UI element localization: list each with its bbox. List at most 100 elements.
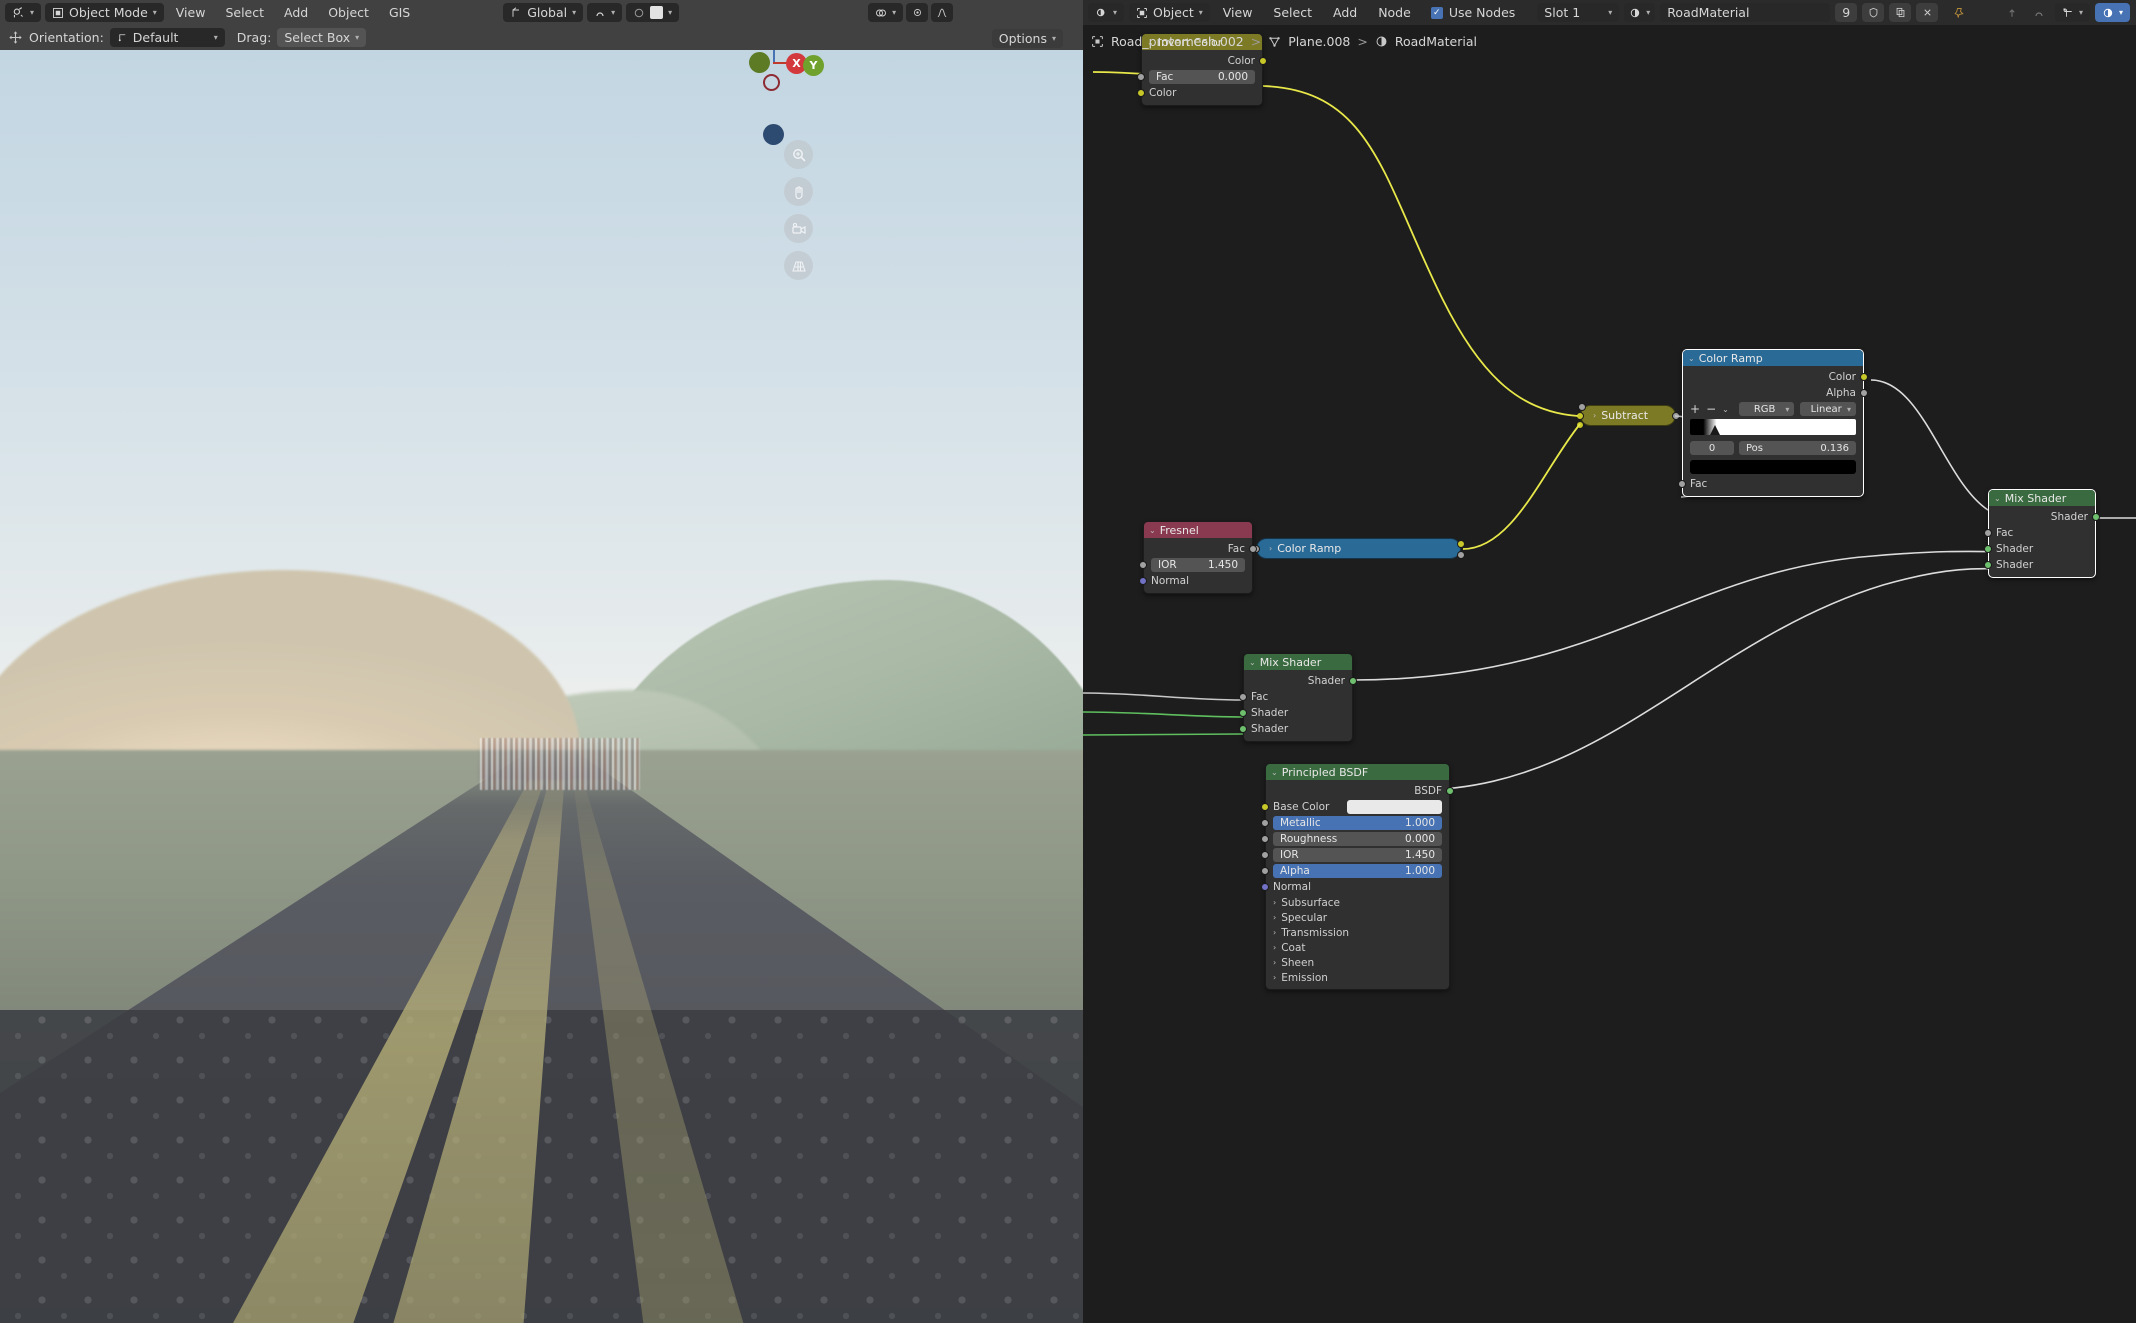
- node-header-principled-bsdf[interactable]: ⌄ Principled BSDF: [1266, 764, 1449, 780]
- socket-bsdf-out[interactable]: [1446, 787, 1454, 795]
- field-fac[interactable]: Fac 0.000: [1149, 70, 1255, 84]
- interpolation-dropdown[interactable]: Linear ▾: [1800, 402, 1857, 416]
- ramp-color-swatch[interactable]: [1690, 460, 1856, 474]
- use-nodes-checkbox[interactable]: ✓ Use Nodes: [1424, 3, 1522, 22]
- node-header-mix-shader-right[interactable]: ⌄ Mix Shader: [1989, 490, 2095, 506]
- collapse-chevron-icon[interactable]: ⌄: [1271, 768, 1278, 777]
- panel-transmission[interactable]: › Transmission: [1266, 925, 1449, 940]
- node-mix-shader-mid[interactable]: ⌄ Mix Shader Shader Fac Shader Shader: [1239, 653, 1357, 742]
- expand-chevron-icon[interactable]: ›: [1269, 544, 1272, 553]
- gizmo-ball-neg-y[interactable]: [749, 52, 770, 73]
- socket-subtract-in-1[interactable]: [1576, 412, 1584, 420]
- toggle-ortho-icon[interactable]: [784, 251, 813, 280]
- ramp-stop-0[interactable]: [1709, 425, 1720, 435]
- panel-emission[interactable]: › Emission: [1266, 970, 1449, 985]
- menu-add[interactable]: Add: [276, 5, 316, 20]
- shader-menu-node[interactable]: Node: [1370, 5, 1419, 20]
- editor-type-selector[interactable]: ▾: [5, 3, 42, 22]
- color-mode-dropdown[interactable]: RGB ▾: [1738, 402, 1795, 416]
- socket-subtract-in-3[interactable]: [1578, 403, 1586, 411]
- node-header-mix-shader-mid[interactable]: ⌄ Mix Shader: [1244, 654, 1352, 670]
- material-users-count[interactable]: 9: [1835, 3, 1858, 22]
- overlays-toggle[interactable]: ▾: [868, 3, 904, 22]
- drag-dropdown[interactable]: Select Box ▾: [277, 28, 367, 47]
- socket-shader-in-2[interactable]: [1984, 561, 1992, 569]
- node-principled-bsdf[interactable]: ⌄ Principled BSDF BSDF Base Color Metall…: [1261, 763, 1454, 990]
- socket-shader-in-2[interactable]: [1239, 725, 1247, 733]
- base-color-swatch[interactable]: [1347, 800, 1442, 814]
- ramp-menu-icon[interactable]: ⌄: [1722, 405, 1729, 414]
- node-header-color-ramp[interactable]: ⌄ Color Ramp: [1683, 350, 1863, 366]
- shader-type-selector[interactable]: Object ▾: [1129, 3, 1210, 22]
- socket-fac-in[interactable]: [1137, 73, 1145, 81]
- breadcrumb-material[interactable]: RoadMaterial: [1395, 34, 1477, 49]
- node-mix-shader-right[interactable]: ⌄ Mix Shader Shader Fac Shader Shader: [1984, 489, 2100, 578]
- field-ior[interactable]: IOR 1.450: [1151, 558, 1245, 572]
- field-metallic[interactable]: Metallic 1.000: [1273, 816, 1442, 830]
- socket-normal-in[interactable]: [1261, 883, 1269, 891]
- shader-menu-select[interactable]: Select: [1265, 5, 1320, 20]
- new-material-button[interactable]: [1889, 3, 1912, 22]
- socket-fac-in[interactable]: [1984, 529, 1992, 537]
- socket-ior-in[interactable]: [1261, 851, 1269, 859]
- field-ior[interactable]: IOR 1.450: [1273, 848, 1442, 862]
- collapse-chevron-icon[interactable]: ⌄: [1688, 354, 1695, 363]
- socket-ramp-color-out[interactable]: [1457, 540, 1465, 548]
- socket-shader-out[interactable]: [1349, 677, 1357, 685]
- menu-select[interactable]: Select: [217, 5, 272, 20]
- expand-chevron-icon[interactable]: ›: [1593, 411, 1596, 420]
- node-color-ramp[interactable]: ⌄ Color Ramp Color Alpha + − ⌄ RGB ▾ Lin…: [1678, 349, 1868, 497]
- proportional-editing-group[interactable]: ▾: [626, 3, 680, 22]
- fake-user-button[interactable]: [1862, 3, 1885, 22]
- socket-base-color-in[interactable]: [1261, 803, 1269, 811]
- breadcrumb-mesh[interactable]: Plane.008: [1288, 34, 1350, 49]
- viewport-canvas[interactable]: [0, 50, 1083, 1323]
- socket-fac-in[interactable]: [1239, 693, 1247, 701]
- options-button[interactable]: Options ▾: [991, 29, 1063, 48]
- socket-roughness-in[interactable]: [1261, 835, 1269, 843]
- socket-shader-out[interactable]: [2092, 513, 2100, 521]
- color-ramp-gradient[interactable]: [1690, 419, 1856, 435]
- socket-fac-in[interactable]: [1678, 480, 1686, 488]
- panel-sheen[interactable]: › Sheen: [1266, 955, 1449, 970]
- socket-alpha-in[interactable]: [1261, 867, 1269, 875]
- socket-ior-in[interactable]: [1139, 561, 1147, 569]
- material-slot-selector[interactable]: Slot 1 ▾: [1537, 3, 1620, 22]
- object-mode-selector[interactable]: Object Mode ▾: [45, 3, 164, 22]
- socket-fac-out[interactable]: [1249, 545, 1257, 553]
- socket-alpha-out[interactable]: [1860, 389, 1868, 397]
- editor-type-selector-shader[interactable]: ▾: [1088, 3, 1125, 22]
- collapse-chevron-icon[interactable]: ⌄: [1149, 526, 1156, 535]
- socket-color-out[interactable]: [1860, 373, 1868, 381]
- breadcrumb-object[interactable]: Road_protomesh.002: [1111, 34, 1244, 49]
- material-name-field[interactable]: RoadMaterial: [1660, 3, 1831, 22]
- socket-color-out[interactable]: [1259, 57, 1267, 65]
- snap-element-selector[interactable]: ▾: [2054, 3, 2090, 22]
- socket-normal-in[interactable]: [1139, 577, 1147, 585]
- xray-toggle[interactable]: [906, 3, 929, 22]
- gizmo-ball-neg-x[interactable]: [763, 124, 784, 145]
- zoom-tool-icon[interactable]: [784, 140, 813, 169]
- collapse-chevron-icon[interactable]: ⌄: [1249, 658, 1256, 667]
- remove-stop-button[interactable]: −: [1706, 402, 1716, 416]
- menu-view[interactable]: View: [168, 5, 214, 20]
- socket-subtract-in-2[interactable]: [1576, 421, 1584, 429]
- pin-button[interactable]: [1948, 3, 1970, 22]
- ramp-index-field[interactable]: 0: [1690, 441, 1734, 455]
- node-overlays-toggle[interactable]: ▾: [2094, 3, 2130, 22]
- shader-menu-add[interactable]: Add: [1325, 5, 1365, 20]
- add-stop-button[interactable]: +: [1690, 402, 1700, 416]
- menu-object[interactable]: Object: [320, 5, 377, 20]
- collapse-chevron-icon[interactable]: ⌄: [1994, 494, 2001, 503]
- camera-view-icon[interactable]: [784, 214, 813, 243]
- go-to-parent-button[interactable]: [2001, 3, 2023, 22]
- menu-gis[interactable]: GIS: [381, 5, 418, 20]
- field-roughness[interactable]: Roughness 0.000: [1273, 832, 1442, 846]
- gizmo-ball-y[interactable]: Y: [803, 55, 824, 76]
- orientation-dropdown[interactable]: Default ▾: [109, 28, 225, 47]
- socket-shader-in-1[interactable]: [1239, 709, 1247, 717]
- transform-orientation-selector[interactable]: Global ▾: [503, 3, 584, 22]
- node-fresnel[interactable]: ⌄ Fresnel Fac IOR 1.450 Normal: [1139, 521, 1257, 594]
- socket-color-in[interactable]: [1137, 89, 1145, 97]
- node-header-fresnel[interactable]: ⌄ Fresnel: [1144, 522, 1252, 538]
